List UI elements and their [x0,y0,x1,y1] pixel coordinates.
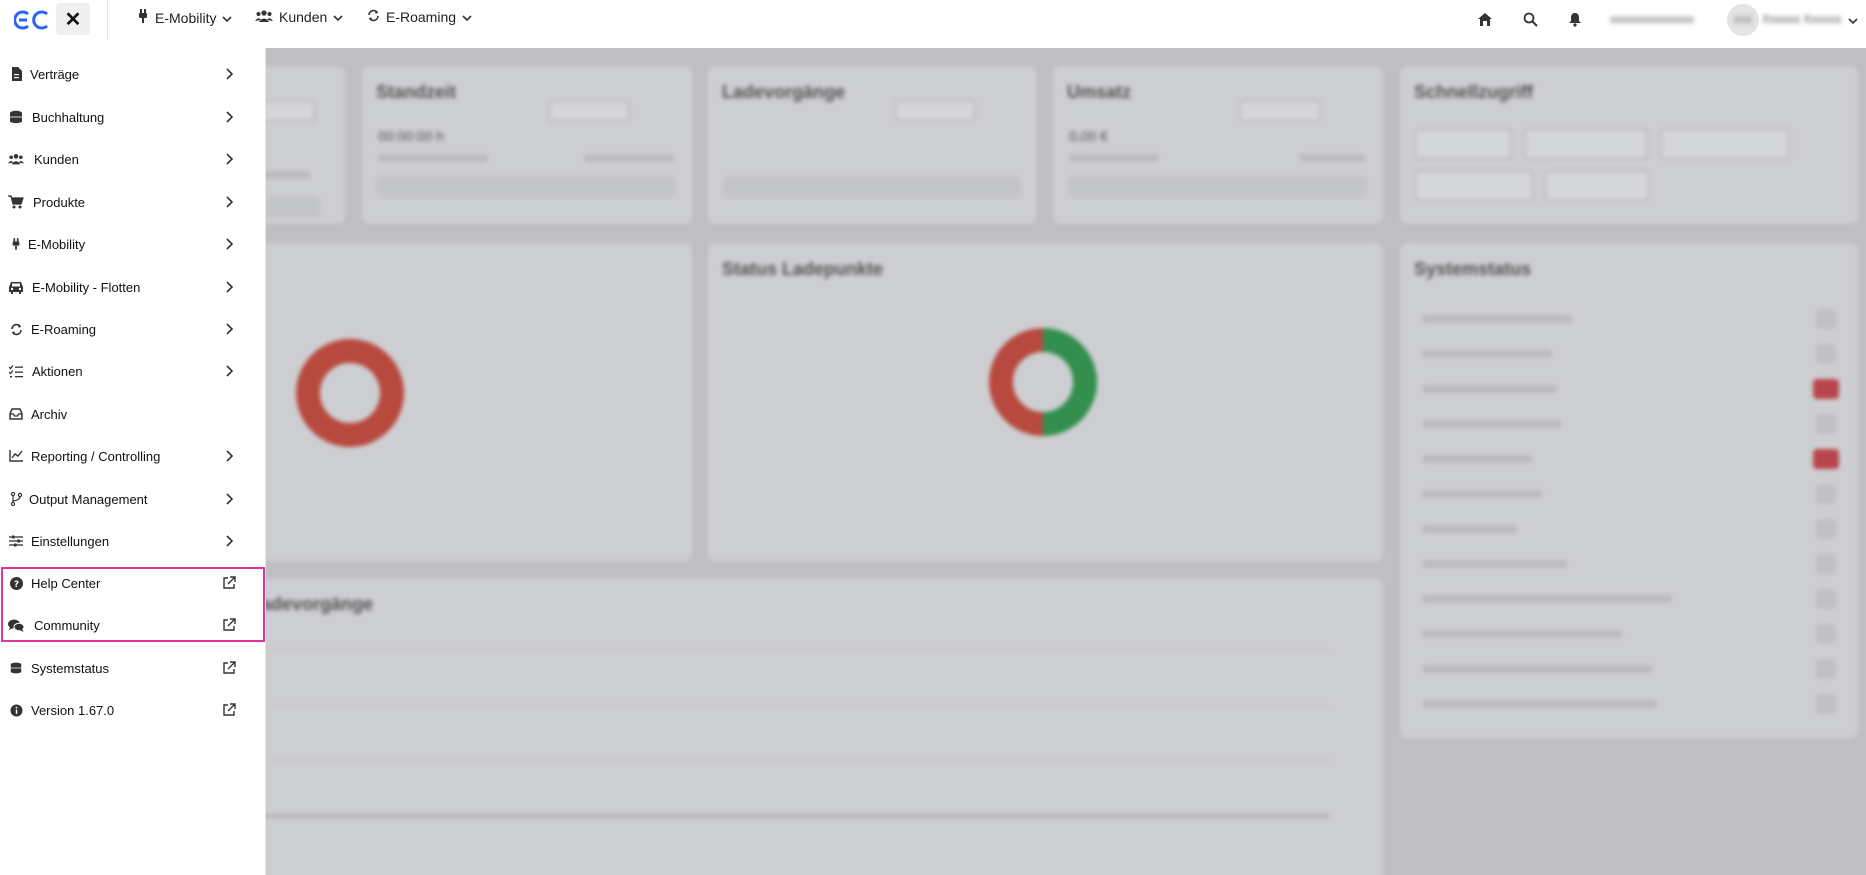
topnav-eroaming[interactable]: E-Roaming [367,9,472,25]
sidebar-item-systemstatus[interactable]: Systemstatus [0,647,266,689]
sidebar-item-label: Output Management [29,491,148,507]
chevron-right-icon [226,450,234,462]
modal-overlay[interactable] [0,48,1866,875]
file-contract-icon [8,66,24,82]
sidebar-item-label: Archiv [31,406,68,422]
chevron-right-icon [226,535,234,547]
branch-icon [8,491,24,507]
sidebar-item-buchhaltung[interactable]: Buchhaltung [0,96,266,138]
topnav-eroaming-label: E-Roaming [386,9,457,25]
topnav-emobility[interactable]: E-Mobility [137,9,233,26]
topnav-emobility-label: E-Mobility [155,9,217,26]
sidebar-item-einstellungen[interactable]: Einstellungen [0,520,266,562]
users-icon [8,151,24,167]
top-bar: ✕ E-Mobility Kunden E-Roaming xxxxxxxxxx… [0,0,1866,48]
sidebar-item-label: E-Roaming [31,321,97,337]
topnav-kunden[interactable]: Kunden [255,9,343,25]
user-name[interactable]: Xxxxxx Xxxxxx [1762,12,1841,26]
chevron-right-icon [226,281,234,293]
bell-icon [1569,12,1581,27]
sliders-icon [8,533,24,549]
chevron-right-icon [226,365,234,377]
chevron-down-icon [333,9,343,25]
sidebar-item-label: Produkte [33,194,86,210]
sidebar-item-label: Version 1.67.0 [31,702,115,718]
plug-icon [137,9,149,26]
home-button[interactable] [1474,8,1496,30]
sidebar-item-label: Verträge [30,66,80,82]
close-menu-button[interactable]: ✕ [56,3,90,35]
chevron-right-icon [226,111,234,123]
search-button[interactable] [1519,8,1541,30]
sidebar-item-produkte[interactable]: Produkte [0,181,266,223]
external-link-icon [223,661,236,674]
sidebar-item-emobility-flotten[interactable]: E-Mobility - Flotten [0,266,266,308]
cart-icon [8,194,24,210]
chevron-down-icon [222,10,233,26]
sync-icon [367,9,380,25]
close-icon: ✕ [64,8,82,31]
inbox-icon [8,406,24,422]
chevron-right-icon [226,68,234,80]
sidebar-item-version[interactable]: Version 1.67.0 [0,689,266,731]
topbar-divider [107,0,108,40]
chevron-down-icon [462,9,472,25]
sidebar-item-output-management[interactable]: Output Management [0,478,266,520]
coins-icon [8,109,24,125]
sidebar-item-reporting[interactable]: Reporting / Controlling [0,435,266,477]
sidebar-item-label: Kunden [34,151,79,167]
ec-logo[interactable] [14,10,50,30]
car-icon [8,279,24,295]
avatar-initials: XXX [1733,15,1752,25]
highlight-box [1,567,265,642]
home-icon [1478,12,1492,26]
sidebar-item-kunden[interactable]: Kunden [0,138,266,180]
chevron-right-icon [226,493,234,505]
sidebar-item-label: Systemstatus [31,660,110,676]
sidebar-menu: Verträge Buchhaltung Kunden Produkte E-M… [0,48,266,875]
sidebar-item-label: E-Mobility - Flotten [32,279,141,295]
task-list-icon [8,363,24,379]
chevron-right-icon [226,323,234,335]
chevron-right-icon [226,238,234,250]
sidebar-item-label: E-Mobility [28,236,86,252]
avatar[interactable]: XXX [1727,4,1759,36]
plug-icon [8,236,24,252]
line-chart-icon [8,448,24,464]
chevron-right-icon [226,153,234,165]
external-link-icon [223,703,236,716]
sidebar-item-label: Einstellungen [31,533,110,549]
topnav-kunden-label: Kunden [279,9,328,25]
coins-icon [8,660,24,676]
sidebar-item-eroaming[interactable]: E-Roaming [0,308,266,350]
notifications-button[interactable] [1564,8,1586,30]
info-circle-icon [8,702,24,718]
sidebar-item-label: Buchhaltung [32,109,105,125]
sidebar-item-aktionen[interactable]: Aktionen [0,350,266,392]
user-organization: xxxxxxxxxxxxxx [1610,12,1694,26]
sidebar-item-archiv[interactable]: Archiv [0,393,266,435]
sidebar-item-emobility[interactable]: E-Mobility [0,223,266,265]
sidebar-item-label: Aktionen [32,363,83,379]
sidebar-item-vertraege[interactable]: Verträge [0,53,266,95]
sync-icon [8,321,24,337]
sidebar-item-label: Reporting / Controlling [31,448,161,464]
search-icon [1523,12,1538,27]
user-menu-chevron-icon[interactable] [1848,12,1858,30]
chevron-right-icon [226,196,234,208]
users-icon [255,9,273,25]
